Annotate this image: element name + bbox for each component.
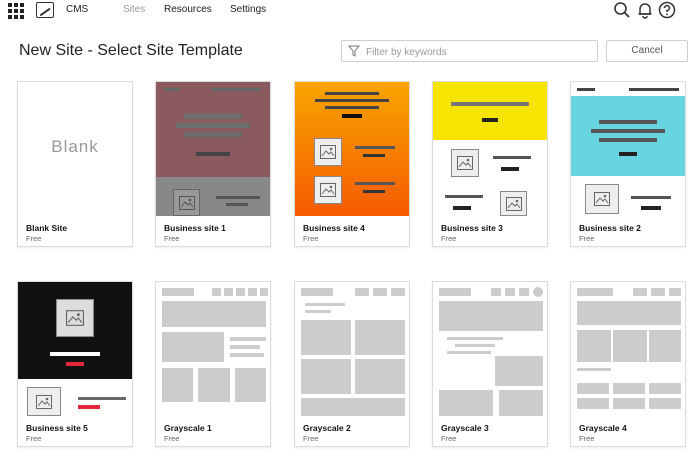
template-price: Free (164, 434, 180, 443)
app-grid-icon[interactable] (8, 3, 24, 19)
search-icon[interactable] (613, 1, 631, 19)
template-card-grayscale-4[interactable]: Grayscale 4 Free (570, 281, 686, 447)
template-price: Free (26, 234, 42, 243)
nav-resources[interactable]: Resources (164, 4, 212, 15)
template-price: Free (441, 434, 457, 443)
app-name: CMS (66, 4, 89, 15)
template-card-grayscale-2[interactable]: Grayscale 2 Free (294, 281, 410, 447)
template-price: Free (26, 434, 42, 443)
nav-sites[interactable]: Sites (123, 4, 145, 15)
template-price: Free (303, 434, 319, 443)
template-price: Free (579, 234, 595, 243)
template-card-business-site-2[interactable]: Business site 2 Free (570, 81, 686, 247)
template-thumbnail: Blank (18, 82, 132, 216)
image-placeholder-icon (585, 184, 619, 214)
filter-input[interactable] (364, 43, 598, 61)
template-price: Free (303, 234, 319, 243)
template-name: Business site 1 (164, 223, 226, 233)
top-bar: CMS Sites Resources Settings (0, 0, 700, 20)
template-card-blank-site[interactable]: Blank Blank Site Free (17, 81, 133, 247)
template-name: Business site 3 (441, 223, 503, 233)
template-card-grayscale-1[interactable]: Grayscale 1 Free (155, 281, 271, 447)
cms-logo-icon (36, 2, 54, 18)
template-name: Grayscale 2 (303, 423, 351, 433)
image-placeholder-icon (27, 387, 61, 416)
template-price: Free (164, 234, 180, 243)
template-thumbnail (295, 82, 409, 216)
template-thumbnail (295, 282, 409, 416)
template-thumbnail (571, 282, 685, 416)
template-price: Free (441, 234, 457, 243)
template-name: Business site 2 (579, 223, 641, 233)
template-name: Grayscale 4 (579, 423, 627, 433)
image-placeholder-icon (56, 299, 94, 337)
page-title: New Site - Select Site Template (19, 42, 243, 59)
blank-thumb-label: Blank (51, 137, 99, 156)
template-name: Grayscale 3 (441, 423, 489, 433)
template-name: Business site 4 (303, 223, 365, 233)
template-thumbnail (433, 282, 547, 416)
cancel-button[interactable]: Cancel (606, 40, 688, 62)
filter-field[interactable] (341, 40, 598, 62)
template-thumbnail (156, 282, 270, 416)
template-card-grayscale-3[interactable]: Grayscale 3 Free (432, 281, 548, 447)
template-price: Free (579, 434, 595, 443)
template-thumbnail (571, 82, 685, 216)
notification-bell-icon[interactable] (636, 1, 654, 19)
template-thumbnail (156, 82, 270, 216)
template-card-business-site-5[interactable]: Business site 5 Free (17, 281, 133, 447)
image-placeholder-icon (314, 138, 342, 166)
template-card-business-site-4[interactable]: Business site 4 Free (294, 81, 410, 247)
image-placeholder-icon (451, 149, 479, 177)
template-name: Blank Site (26, 223, 68, 233)
filter-icon (348, 45, 360, 57)
image-placeholder-icon (314, 176, 342, 204)
template-name: Grayscale 1 (164, 423, 212, 433)
template-thumbnail (18, 282, 132, 416)
image-placeholder-icon (500, 191, 527, 216)
template-card-business-site-1[interactable]: Business site 1 Free (155, 81, 271, 247)
nav-settings[interactable]: Settings (230, 4, 266, 15)
template-card-business-site-3[interactable]: Business site 3 Free (432, 81, 548, 247)
template-name: Business site 5 (26, 423, 88, 433)
image-placeholder-icon (173, 189, 200, 216)
template-thumbnail (433, 82, 547, 216)
help-icon[interactable] (658, 1, 676, 19)
